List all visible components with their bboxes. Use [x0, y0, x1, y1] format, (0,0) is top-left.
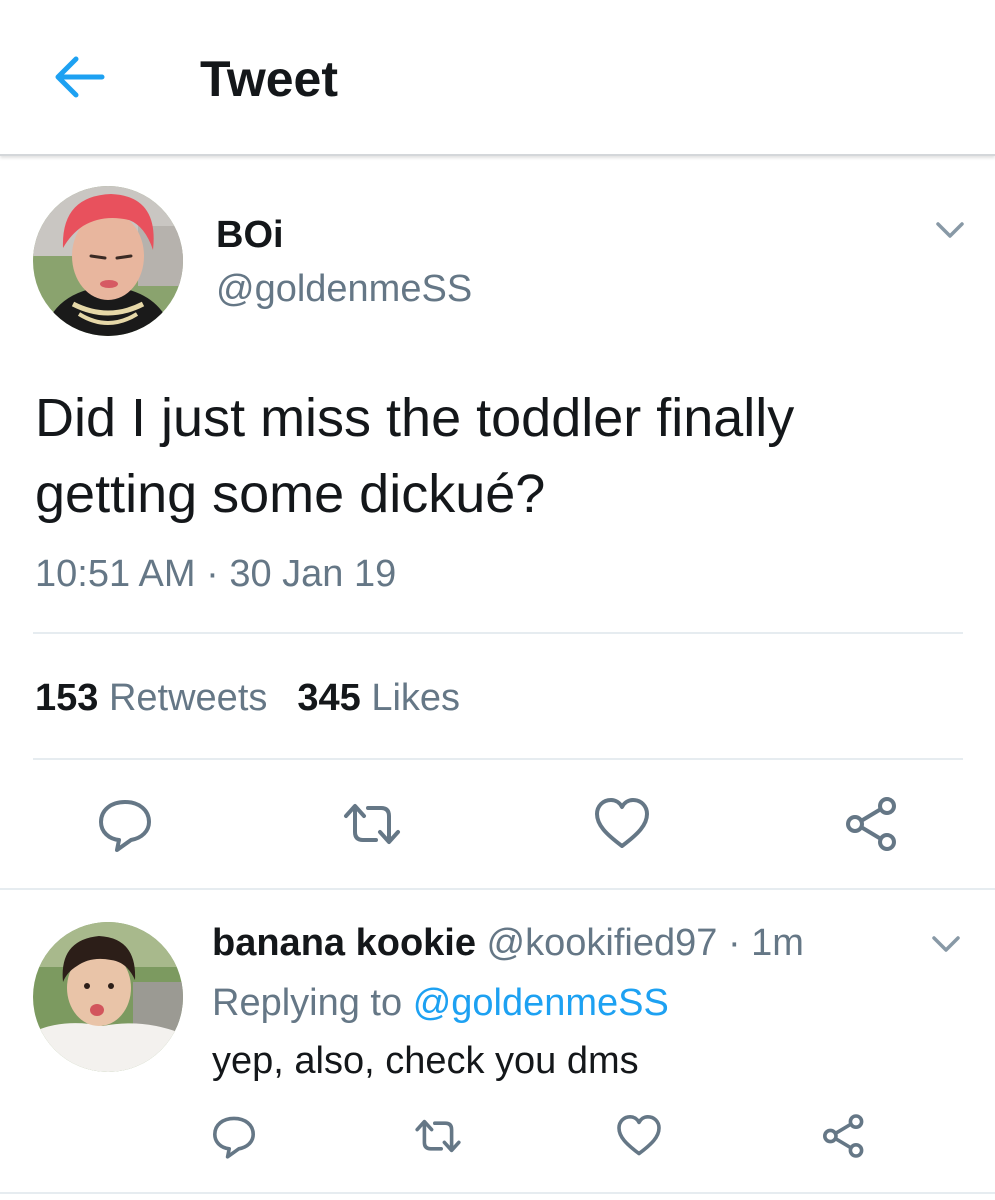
- reply-text: yep, also, check you dms: [212, 1040, 639, 1082]
- reply-time: 1m: [751, 922, 804, 964]
- divider: [33, 632, 963, 634]
- tweet-date: 30 Jan 19: [229, 553, 397, 595]
- divider: [33, 758, 963, 760]
- chevron-down-icon[interactable]: [930, 212, 970, 248]
- author-handle[interactable]: @goldenmeSS: [216, 266, 472, 312]
- tweet-date-separator: ·: [206, 553, 219, 595]
- heart-icon[interactable]: [615, 1112, 663, 1160]
- tweet-text: Did I just miss the toddler finally gett…: [35, 388, 795, 524]
- avatar[interactable]: [33, 922, 183, 1072]
- author-name[interactable]: BOi: [216, 212, 284, 258]
- share-icon[interactable]: [820, 1112, 868, 1160]
- likes-label: Likes: [371, 677, 461, 719]
- page-title: Tweet: [200, 51, 338, 107]
- reply-separator: ·: [727, 922, 741, 964]
- retweets-count: 153: [35, 677, 99, 719]
- section-divider: [0, 1192, 995, 1194]
- retweets-stat[interactable]: 153 Retweets: [35, 677, 267, 719]
- top-app-bar: Tweet: [0, 0, 995, 156]
- section-divider: [0, 888, 995, 890]
- retweet-icon[interactable]: [342, 794, 402, 854]
- reply-icon[interactable]: [95, 794, 155, 854]
- replying-prefix: Replying to: [212, 982, 403, 1024]
- arrow-left-icon[interactable]: [50, 52, 106, 102]
- share-icon[interactable]: [842, 794, 902, 854]
- likes-stat[interactable]: 345 Likes: [297, 677, 460, 719]
- retweets-label: Retweets: [108, 677, 268, 719]
- likes-count: 345: [297, 677, 361, 719]
- reply-header: banana kookie @kookified97 · 1m: [212, 920, 804, 966]
- reply-author-name[interactable]: banana kookie: [212, 922, 476, 964]
- replying-mention[interactable]: @goldenmeSS: [413, 982, 669, 1024]
- reply-icon[interactable]: [210, 1112, 258, 1160]
- tweet-timestamp: 10:51 AM · 30 Jan 19: [35, 550, 396, 598]
- retweet-icon[interactable]: [414, 1112, 462, 1160]
- tweet-time: 10:51 AM: [35, 553, 196, 595]
- chevron-down-icon[interactable]: [926, 926, 966, 962]
- avatar[interactable]: [33, 186, 183, 336]
- replying-to: Replying to @goldenmeSS: [212, 980, 669, 1026]
- reply-author-handle[interactable]: @kookified97: [487, 922, 718, 964]
- tweet-stats: 153 Retweets 345 Likes: [35, 674, 460, 722]
- heart-icon[interactable]: [592, 794, 652, 854]
